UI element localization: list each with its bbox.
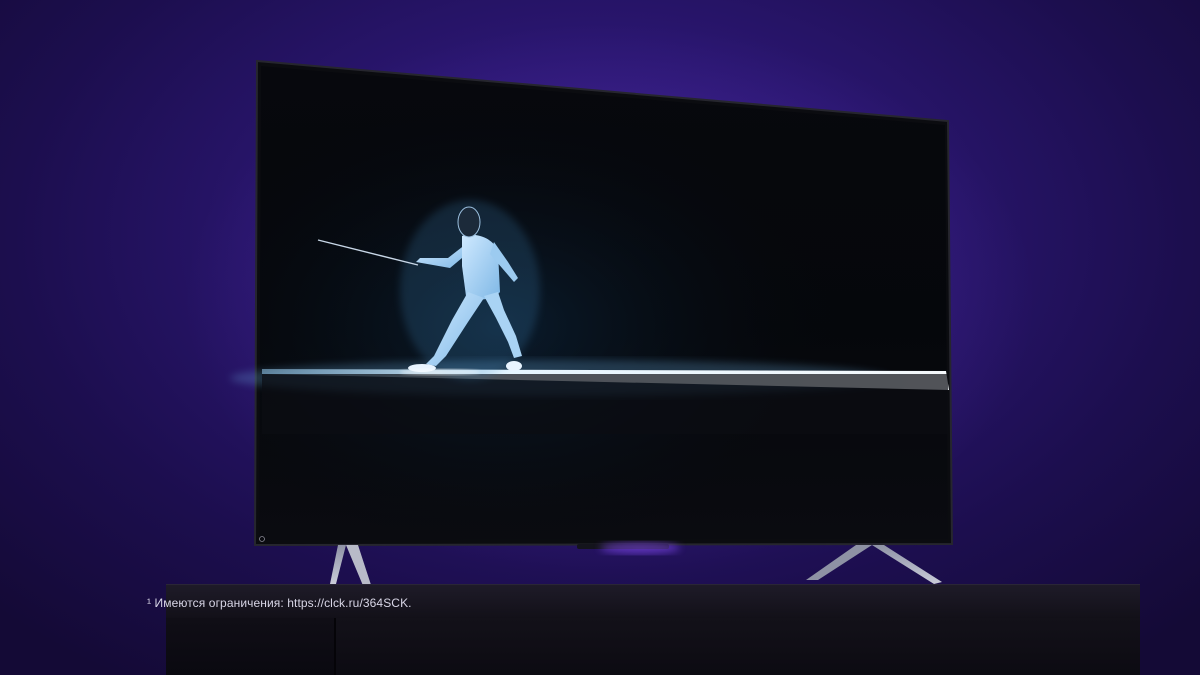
- tv-illustration: [230, 59, 954, 588]
- piste-shadow: [262, 374, 948, 434]
- footnote-disclaimer: ¹ Имеются ограничения: https://clck.ru/3…: [147, 596, 412, 610]
- cabinet-door-left: [166, 618, 334, 675]
- right-stand-front: [806, 545, 872, 580]
- left-stand-front: [330, 545, 346, 584]
- right-stand-back: [872, 545, 942, 584]
- fencing-mask: [457, 206, 481, 238]
- screen-spotlight: [259, 66, 948, 540]
- scene: ¹ Имеются ограничения: https://clck.ru/3…: [0, 0, 1200, 675]
- back-shoe: [506, 361, 522, 371]
- ambient-led: [600, 542, 680, 554]
- television: [0, 0, 1200, 675]
- fencer-reflection: [400, 369, 480, 375]
- cabinet-door-right: [336, 618, 1140, 675]
- left-stand-back: [346, 545, 372, 588]
